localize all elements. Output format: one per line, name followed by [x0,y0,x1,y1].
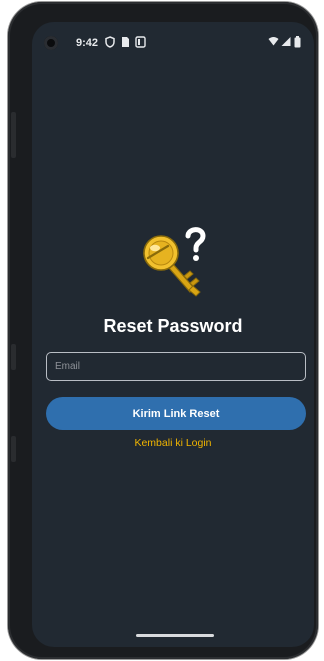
battery-icon [294,36,301,48]
page-title: Reset Password [103,316,243,336]
vpn-icon [105,36,115,48]
screen-cast-icon [135,36,146,48]
side-button-volume [11,112,16,158]
side-button-power [11,344,16,370]
phone-frame: 9:42 Reset Password Email Kirim Link Res… [8,2,318,659]
app-screen: 9:42 Reset Password Email Kirim Link Res… [32,22,314,647]
send-reset-link-button[interactable]: Kirim Link Reset [46,397,306,430]
signal-icon [281,36,291,47]
key-question-icon [140,226,212,302]
front-camera [44,36,58,50]
side-button-extra [11,436,16,462]
status-bar: 9:42 [32,22,314,66]
gesture-home-bar[interactable] [136,634,214,637]
sim-icon [121,36,130,48]
wifi-icon [268,36,279,47]
back-to-login-link[interactable]: Kembali ki Login [32,437,314,449]
email-field[interactable] [46,352,306,381]
status-time: 9:42 [76,37,99,49]
